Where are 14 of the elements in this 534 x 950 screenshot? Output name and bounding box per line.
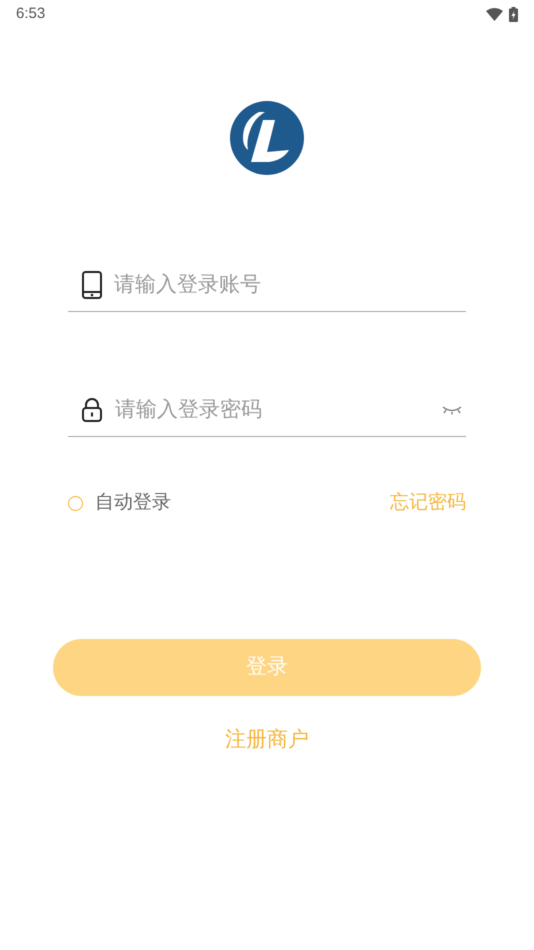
account-field[interactable]: 请输入登录账号 xyxy=(114,268,466,300)
auto-login-checkbox[interactable] xyxy=(68,496,83,511)
password-field[interactable]: 请输入登录密码 xyxy=(115,394,442,426)
battery-icon xyxy=(509,6,518,22)
forgot-password-link[interactable]: 忘记密码 xyxy=(390,489,466,518)
status-time: 6:53 xyxy=(16,4,46,24)
auto-login-label: 自动登录 xyxy=(95,491,171,515)
wifi-icon xyxy=(486,8,503,20)
register-link[interactable]: 注册商户 xyxy=(225,724,309,755)
eye-closed-icon[interactable] xyxy=(442,404,462,414)
lock-icon xyxy=(82,398,102,422)
login-button[interactable]: 登录 xyxy=(53,638,481,696)
logo-icon xyxy=(229,100,305,176)
phone-icon xyxy=(82,270,102,298)
